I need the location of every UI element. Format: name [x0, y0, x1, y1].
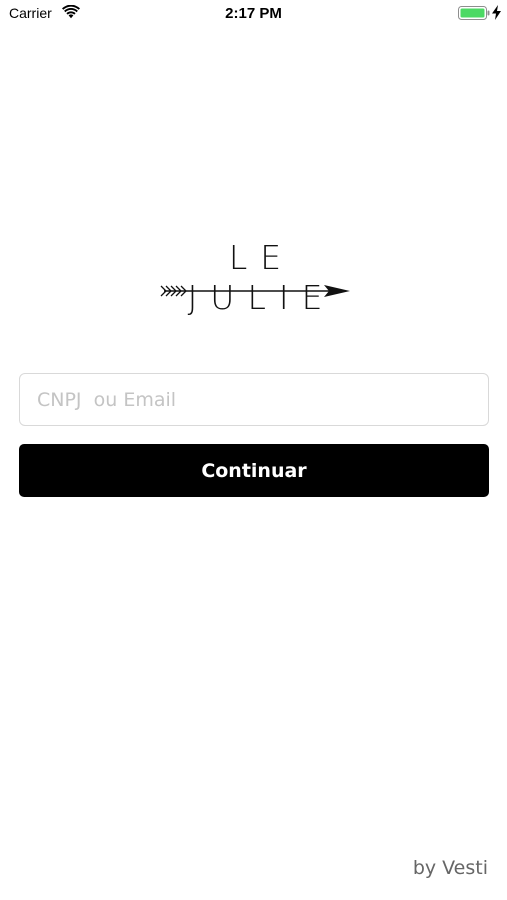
login-screen: Carrier 2:17 PM LE JULIE CNPJ ou Email C… [0, 0, 507, 900]
arrow-icon [160, 285, 350, 297]
battery-icon [458, 6, 490, 20]
continue-button[interactable]: Continuar [19, 444, 489, 497]
footer-brand: by Vesti [412, 857, 488, 879]
charging-icon [492, 5, 501, 20]
status-time: 2:17 PM [225, 5, 282, 22]
logo-text: LE JULIE [187, 238, 336, 317]
brand-logo: LE JULIE [155, 238, 355, 317]
cnpj-email-input[interactable] [19, 373, 489, 426]
status-bar: Carrier 2:17 PM [0, 0, 507, 28]
